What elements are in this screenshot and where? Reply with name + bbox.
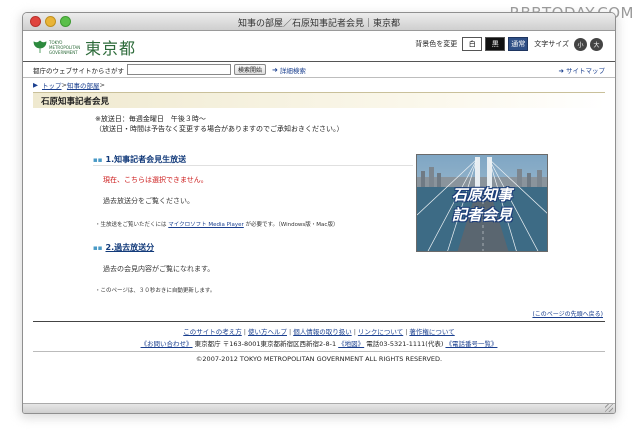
press-conference-thumbnail[interactable]: 石原知事 記者会見 — [416, 154, 548, 252]
contact-link[interactable]: 《お問い合わせ》 — [141, 340, 193, 348]
thumbnail-line-1: 石原知事 — [451, 186, 512, 204]
footer-divider — [33, 321, 605, 322]
section-past-title: 2.過去放送分 — [105, 243, 155, 252]
copyright: ©2007-2012 TOKYO METROPOLITAN GOVERNMENT… — [33, 351, 605, 365]
footer-address: 《お問い合わせ》 東京都庁 〒163-8001東京都新宿区西新宿2-8-1 《地… — [23, 338, 615, 348]
footer-link-policy[interactable]: このサイトの考え方 — [183, 328, 242, 336]
footer-separator: | — [353, 328, 356, 336]
map-link[interactable]: 《地図》 — [338, 340, 364, 348]
accessibility-controls: 背景色を変更 白 黒 通常 文字サイズ 小 大 — [415, 37, 603, 51]
font-large-button[interactable]: 大 — [590, 37, 603, 51]
arrow-right-icon: ➜ — [558, 66, 566, 75]
bg-color-label: 背景色を変更 — [415, 40, 458, 48]
section-live-title: 1.知事記者会見生放送 — [105, 155, 187, 164]
footer-link-links[interactable]: リンクについて — [358, 328, 403, 336]
media-player-note: ・生放送をご覧いただくには マイクロソフト Media Player が必要です… — [95, 220, 338, 228]
live-unavailable-text: 現在、こちらは選択できません。 — [103, 176, 208, 184]
search-label: 都庁のウェブサイトからさがす — [33, 66, 124, 75]
breadcrumb-separator: > — [99, 81, 105, 89]
breadcrumb-top[interactable]: トップ — [42, 80, 62, 90]
tokyo-logo[interactable]: TOKYO METROPOLITAN GOVERNMENT 東京都 — [33, 35, 136, 59]
section-past-heading[interactable]: ▪▪ 2.過去放送分 — [93, 242, 154, 253]
browser-window: 知事の部屋／石原知事記者会見｜東京都 TOKYO METROPOLITAN GO… — [22, 12, 616, 414]
section-marker-icon: ▪▪ — [93, 244, 103, 252]
footer-separator: | — [288, 328, 292, 336]
resize-grip-icon[interactable] — [605, 404, 613, 412]
page-title: 石原知事記者会見 — [33, 92, 605, 108]
footer-separator: | — [405, 328, 408, 336]
breadcrumb: ▶ トップ > 知事の部屋 > — [23, 78, 615, 92]
footer-separator: | — [243, 328, 246, 336]
advanced-search-link[interactable]: 詳細検索 — [280, 65, 306, 75]
media-player-link[interactable]: マイクロソフト Media Player — [168, 222, 244, 228]
note-suffix: が必要です。（Windows版・Mac版） — [245, 222, 339, 228]
section-live-heading: ▪▪ 1.知事記者会見生放送 — [93, 154, 413, 166]
footer-links: このサイトの考え方 | 使い方ヘルプ | 個人情報の取り扱い | リンクについて | 著作権につ… — [23, 326, 615, 336]
address-text: 東京都庁 〒163-8001東京都新宿区西新宿2-8-1 — [194, 340, 337, 348]
sitemap-link[interactable]: ➜ サイトマップ — [558, 65, 605, 75]
broadcast-notice: ※放送日：毎週金曜日 午後３時〜 （放送日・時間は予告なく変更する場合があります… — [95, 114, 615, 134]
font-size-label: 文字サイズ — [534, 40, 569, 48]
phone-list-link[interactable]: 《電話番号一覧》 — [445, 340, 497, 348]
status-bar — [23, 403, 615, 413]
live-past-text: 過去放送分をご覧ください。 — [103, 197, 194, 205]
logo-text: 東京都 — [85, 39, 137, 58]
sitemap-label: サイトマップ — [566, 66, 605, 75]
window-title: 知事の部屋／石原知事記者会見｜東京都 — [237, 19, 400, 29]
title-bar: 知事の部屋／石原知事記者会見｜東京都 — [23, 13, 615, 31]
bg-normal-button[interactable]: 通常 — [508, 37, 529, 51]
search-button[interactable]: 検索開始 — [234, 64, 267, 75]
arrow-right-icon: ➜ — [272, 65, 278, 74]
footer-link-privacy[interactable]: 個人情報の取り扱い — [293, 328, 352, 336]
breadcrumb-arrow-icon: ▶ — [33, 81, 38, 89]
auto-refresh-note: ・このページは、３０秒おきに自動更新します。 — [95, 288, 216, 294]
font-small-button[interactable]: 小 — [574, 37, 587, 51]
search-bar: 都庁のウェブサイトからさがす 検索開始 ➜ 詳細検索 ➜ サイトマップ — [23, 61, 615, 78]
past-text: 過去の会見内容がご覧になれます。 — [103, 265, 215, 273]
notice-disclaimer: （放送日・時間は予告なく変更する場合がありますのでご承知おきください。） — [95, 125, 344, 133]
thumbnail-line-2: 記者会見 — [451, 206, 512, 224]
bg-black-button[interactable]: 黒 — [485, 37, 506, 51]
footer-link-help[interactable]: 使い方ヘルプ — [248, 328, 287, 336]
back-to-top-link[interactable]: (このページの先頭へ戻る) — [532, 309, 603, 318]
breadcrumb-room[interactable]: 知事の部屋 — [67, 80, 100, 90]
bg-white-button[interactable]: 白 — [462, 37, 483, 51]
site-header: TOKYO METROPOLITAN GOVERNMENT 東京都 背景色を変更… — [23, 31, 615, 61]
search-input[interactable] — [127, 64, 231, 75]
ginkgo-logo-icon — [33, 40, 47, 53]
thumbnail-caption: 石原知事 記者会見 — [417, 185, 547, 225]
footer-link-copyright[interactable]: 著作権について — [409, 328, 454, 336]
section-marker-icon: ▪▪ — [93, 156, 103, 164]
notice-schedule: ※放送日：毎週金曜日 午後３時〜 — [95, 115, 206, 123]
phone-text: 電話03-5321-1111(代表) — [366, 340, 444, 348]
note-prefix: ・生放送をご覧いただくには — [95, 222, 167, 228]
logo-subtext: TOKYO METROPOLITAN GOVERNMENT — [49, 39, 81, 55]
